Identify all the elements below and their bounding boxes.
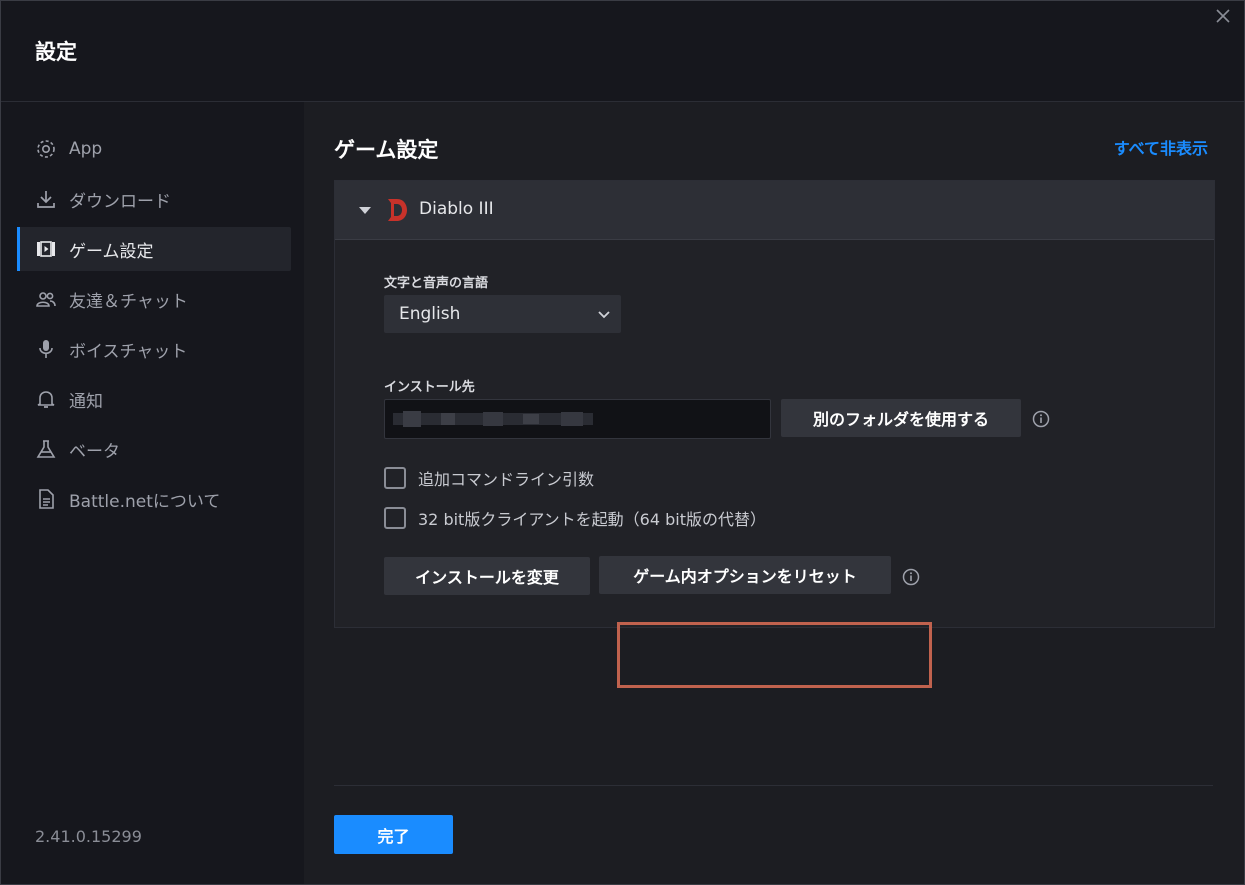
cmd-args-checkbox[interactable]	[384, 467, 406, 489]
page-title: ゲーム設定	[334, 138, 439, 162]
done-button[interactable]: 完了	[334, 815, 453, 854]
sidebar-item-download[interactable]: ダウンロード	[17, 177, 291, 221]
sidebar-item-label: App	[69, 139, 103, 159]
friends-icon	[35, 288, 57, 310]
32bit-label: 32 bit版クライアントを起動（64 bit版の代替）	[418, 510, 767, 529]
highlight-box	[617, 622, 932, 688]
title-bar: 設定	[1, 1, 1244, 102]
install-path-field[interactable]	[384, 399, 771, 439]
sidebar-item-label: ゲーム設定	[69, 241, 154, 262]
sidebar-item-about[interactable]: Battle.netについて	[17, 477, 291, 521]
microphone-icon	[35, 338, 57, 360]
document-icon	[35, 488, 57, 510]
sidebar-item-label: 友達＆チャット	[69, 291, 188, 312]
flask-icon	[35, 438, 57, 460]
language-label: 文字と音声の言語	[384, 276, 489, 291]
chevron-down-icon	[598, 311, 610, 319]
sidebar-item-friends-chat[interactable]: 友達＆チャット	[17, 277, 291, 321]
sidebar-item-label: Battle.netについて	[69, 491, 221, 512]
cmd-args-label: 追加コマンドライン引数	[418, 470, 595, 489]
app-version: 2.41.0.15299	[35, 827, 142, 846]
sidebar-item-label: ダウンロード	[69, 191, 171, 212]
bell-icon	[35, 388, 57, 410]
info-icon[interactable]	[1032, 410, 1050, 428]
sidebar-item-label: ベータ	[69, 441, 120, 462]
game-card: Diablo III 文字と音声の言語 English インストール先 別のフォ…	[334, 180, 1215, 688]
sidebar-item-voice-chat[interactable]: ボイスチャット	[17, 327, 291, 371]
window-title: 設定	[35, 40, 77, 64]
sidebar-item-label: ボイスチャット	[69, 341, 188, 362]
change-install-button[interactable]: インストールを変更	[384, 557, 590, 595]
sidebar-item-app[interactable]: App	[17, 127, 291, 171]
game-settings-icon	[35, 238, 57, 260]
32bit-checkbox-row[interactable]: 32 bit版クライアントを起動（64 bit版の代替）	[384, 506, 766, 530]
use-other-folder-button[interactable]: 別のフォルダを使用する	[781, 399, 1021, 437]
settings-window: 設定 App ダウンロード ゲーム設定 友達＆チャット ボイスチャット 通知 ベ…	[0, 0, 1245, 885]
sidebar-item-game-settings[interactable]: ゲーム設定	[17, 227, 291, 271]
install-location-label: インストール先	[384, 380, 475, 395]
game-header[interactable]: Diablo III	[335, 181, 1214, 240]
game-name: Diablo III	[419, 199, 494, 219]
sidebar-item-beta[interactable]: ベータ	[17, 427, 291, 471]
reset-ingame-options-button[interactable]: ゲーム内オプションをリセット	[599, 556, 891, 594]
language-select-value: English	[399, 304, 461, 324]
close-button[interactable]	[1212, 5, 1234, 27]
gear-icon	[35, 138, 57, 160]
sidebar: App ダウンロード ゲーム設定 友達＆チャット ボイスチャット 通知 ベータ …	[1, 102, 304, 884]
32bit-checkbox[interactable]	[384, 507, 406, 529]
redacted-path	[393, 411, 593, 427]
sidebar-item-label: 通知	[69, 391, 103, 412]
sidebar-item-notifications[interactable]: 通知	[17, 377, 291, 421]
diablo-logo-icon	[388, 199, 407, 221]
info-icon[interactable]	[902, 568, 920, 586]
hide-all-link[interactable]: すべて非表示	[1114, 135, 1208, 159]
footer-divider	[334, 785, 1213, 786]
main-panel: ゲーム設定 すべて非表示 Diablo III 文字と音声の言語 English…	[304, 102, 1244, 884]
cmd-args-checkbox-row[interactable]: 追加コマンドライン引数	[384, 466, 594, 490]
close-icon	[1216, 9, 1230, 23]
language-select[interactable]: English	[384, 295, 621, 333]
download-icon	[35, 188, 57, 210]
caret-down-icon	[359, 207, 371, 214]
